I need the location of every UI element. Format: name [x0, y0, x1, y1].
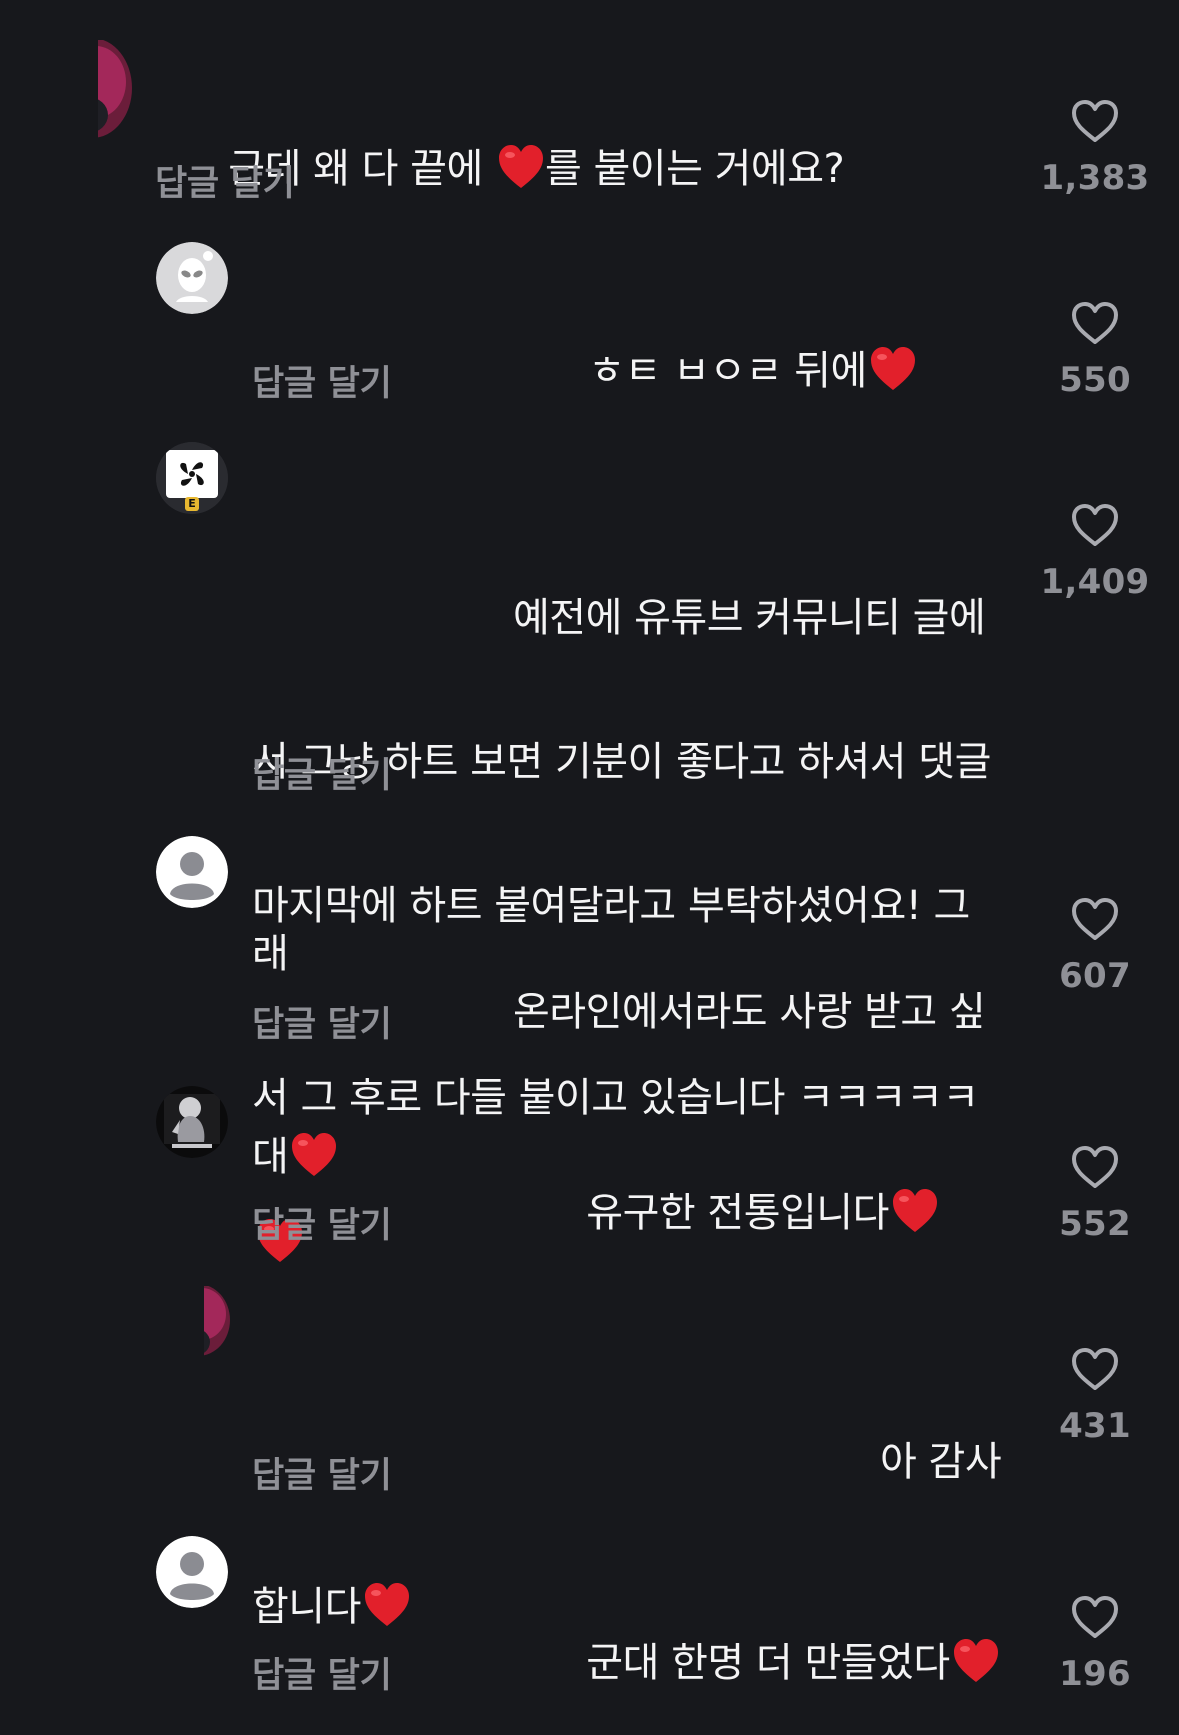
- comment-line: 예전에 유튜브 커뮤니티 글에: [513, 595, 986, 641]
- reply-button[interactable]: 답글 달기: [252, 364, 392, 404]
- like-area: 431: [1020, 1346, 1170, 1446]
- like-heart-icon[interactable]: [1070, 502, 1120, 548]
- red-heart-icon: [952, 1638, 1000, 1684]
- comment-line: 대: [252, 1134, 289, 1180]
- avatar-pink[interactable]: [178, 1286, 230, 1358]
- like-count: 1,409: [1040, 562, 1150, 602]
- avatar-pink[interactable]: [70, 40, 132, 140]
- reply-button[interactable]: 답글 달기: [252, 1206, 392, 1246]
- comment-line: 합니다: [252, 1584, 361, 1630]
- like-area: 552: [1020, 1144, 1170, 1244]
- reply-button[interactable]: 답글 달기: [252, 1005, 392, 1045]
- reply-button[interactable]: 답글 달기: [155, 164, 295, 204]
- avatar-sculpture[interactable]: [156, 1086, 228, 1158]
- like-heart-icon[interactable]: [1070, 896, 1120, 942]
- comment-text: 유구한 전통입니다: [513, 1140, 939, 1285]
- avatar-default[interactable]: [156, 1536, 228, 1608]
- avatar-default[interactable]: [156, 836, 228, 908]
- reply-button[interactable]: 답글 달기: [252, 756, 392, 796]
- reply-button[interactable]: 답글 달기: [252, 1456, 392, 1496]
- avatar-alien[interactable]: [156, 242, 228, 314]
- comments-page: 근데 왜 다 끝에 를 붙이는 거에요? 답글 달기 1,383 ㅎㅌ ㅂㅇㄹ …: [0, 0, 1179, 1724]
- like-count: 1,383: [1040, 158, 1150, 198]
- red-heart-icon: [891, 1188, 939, 1234]
- red-heart-icon: [363, 1582, 411, 1628]
- like-count: 607: [1059, 956, 1131, 996]
- like-heart-icon[interactable]: [1070, 1594, 1120, 1640]
- like-count: 552: [1059, 1204, 1131, 1244]
- like-count: 431: [1059, 1406, 1131, 1446]
- like-area: 1,383: [1020, 98, 1170, 198]
- like-area: 196: [1020, 1594, 1170, 1694]
- like-count: 196: [1059, 1654, 1131, 1694]
- like-heart-icon[interactable]: [1070, 1346, 1120, 1392]
- badge-e: E: [185, 497, 199, 511]
- like-area: 550: [1020, 300, 1170, 400]
- reply-button[interactable]: 답글 달기: [252, 1656, 392, 1696]
- comment-text: ㅎㅌ ㅂㅇㄹ 뒤에: [515, 298, 917, 443]
- like-area: 607: [1020, 896, 1170, 996]
- like-heart-icon[interactable]: [1070, 98, 1120, 144]
- like-area: 1,409: [1020, 502, 1170, 602]
- red-heart-icon: [497, 144, 545, 190]
- comment-text: 군대 한명 더 만들었다: [513, 1590, 1000, 1735]
- like-count: 550: [1059, 360, 1131, 400]
- like-heart-icon[interactable]: [1070, 1144, 1120, 1190]
- red-heart-icon: [290, 1132, 338, 1178]
- like-heart-icon[interactable]: [1070, 300, 1120, 346]
- red-heart-icon: [869, 346, 917, 392]
